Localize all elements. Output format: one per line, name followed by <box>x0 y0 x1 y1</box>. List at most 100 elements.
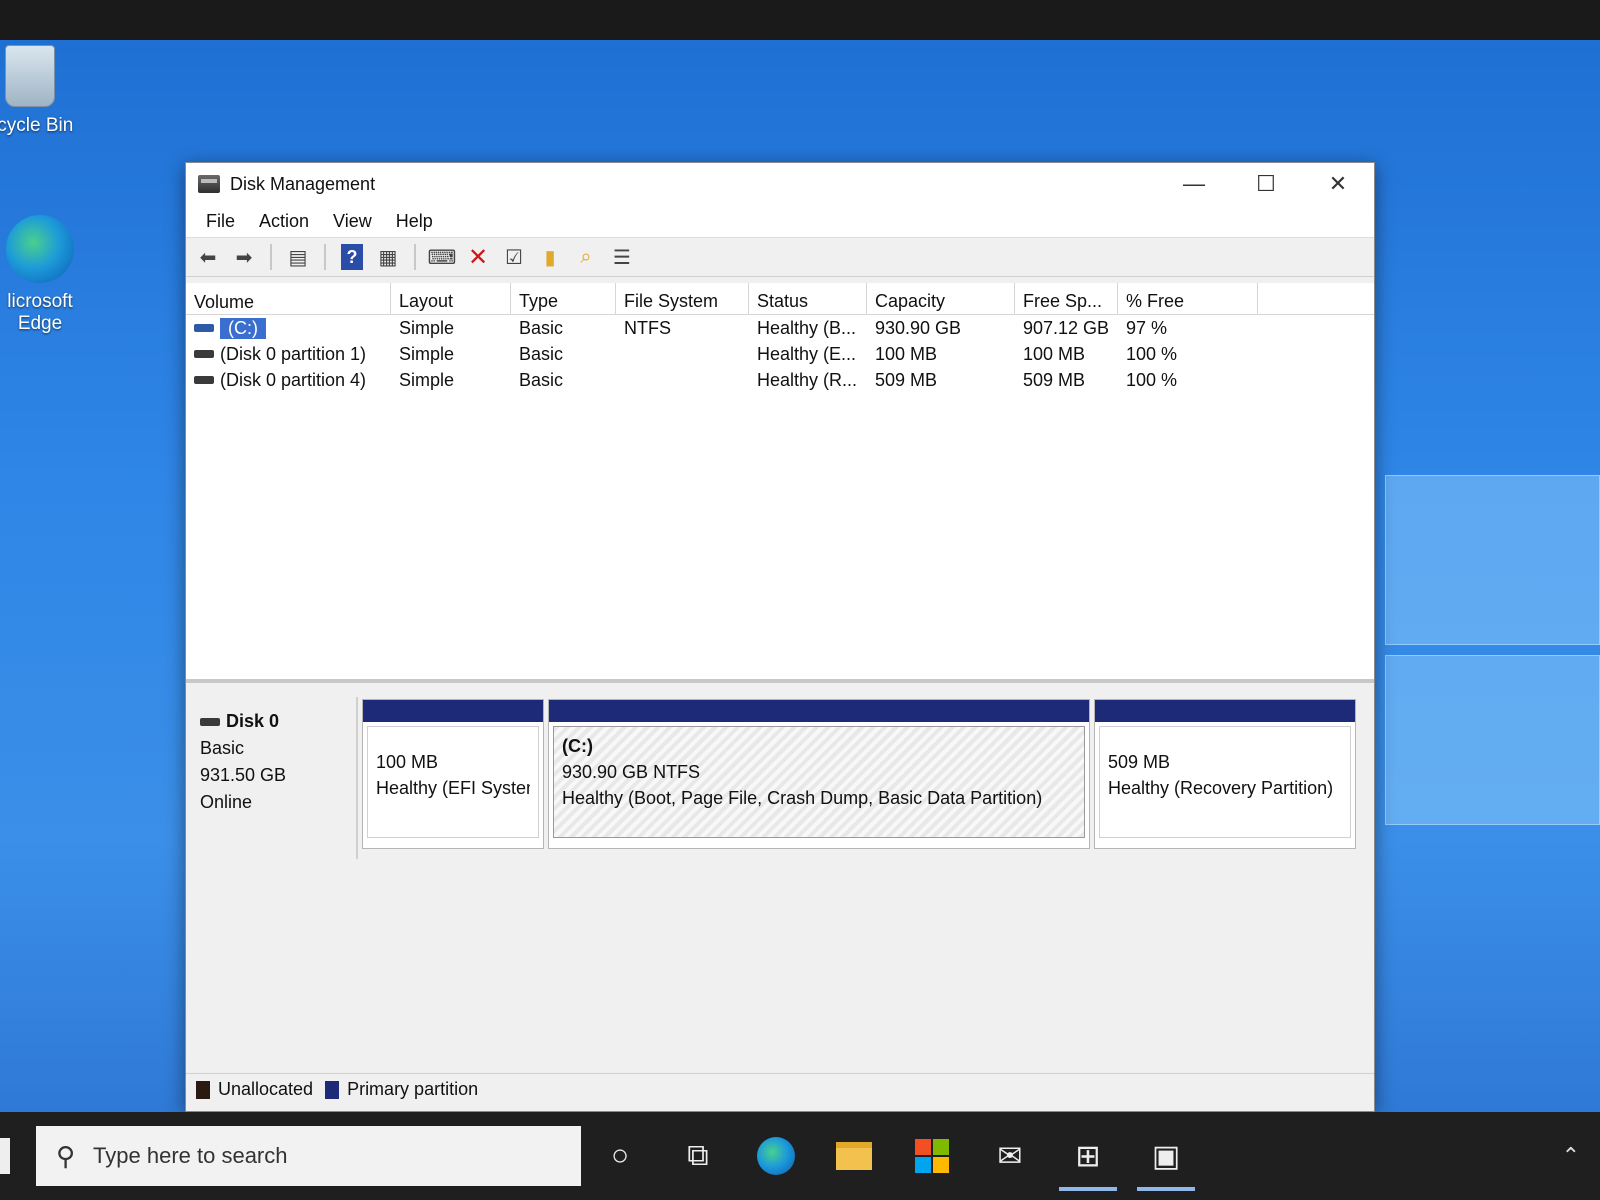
primary-partition-bar <box>363 700 543 722</box>
toolbar: ⬅ ➡ ▤ ? ▦ ⌨ ✕ ☑ ▮ ⌕ ☰ <box>186 237 1374 277</box>
cell-percent-free: 100 % <box>1126 369 1178 390</box>
volume-list-header: Volume Layout Type File System Status Ca… <box>186 283 1374 315</box>
open-folder-icon[interactable]: ▮ <box>534 242 566 272</box>
delete-icon[interactable]: ✕ <box>462 242 494 272</box>
cell-layout: Simple <box>399 369 455 390</box>
list-view-icon[interactable]: ☰ <box>606 242 638 272</box>
disk-info[interactable]: Disk 0 Basic 931.50 GB Online <box>186 697 358 859</box>
properties-icon[interactable]: ▦ <box>372 242 404 272</box>
cell-status: Healthy (B... <box>757 317 857 338</box>
volume-icon <box>194 350 214 358</box>
partition-efi[interactable]: 100 MB Healthy (EFI System <box>362 699 544 849</box>
taskbar: ⚲ Type here to search ○ ⧉ ✉ ⊞ ▣ ⌃ <box>0 1112 1600 1200</box>
cell-file-system: NTFS <box>624 317 671 338</box>
desktop-icon-recycle-bin[interactable]: ecycle Bin <box>0 45 80 137</box>
toolbar-separator <box>414 244 416 270</box>
window-controls: — ☐ ✕ <box>1158 163 1374 205</box>
cell-free-space: 509 MB <box>1023 369 1086 390</box>
wallpaper-logo-pane <box>1385 655 1600 825</box>
partition-status: Healthy (Recovery Partition) <box>1108 778 1334 798</box>
disk-icon <box>200 717 220 726</box>
table-row[interactable]: (Disk 0 partition 1) Simple Basic Health… <box>186 341 1374 367</box>
help-icon[interactable]: ? <box>341 244 363 270</box>
primary-partition-swatch <box>325 1080 340 1099</box>
mail-icon[interactable]: ✉ <box>971 1121 1049 1191</box>
cell-layout: Simple <box>399 343 455 364</box>
column-header-capacity[interactable]: Capacity <box>867 283 1015 314</box>
cell-capacity: 509 MB <box>875 369 938 390</box>
disk-size: 931.50 GB <box>200 765 287 785</box>
primary-partition-bar <box>549 700 1089 722</box>
task-view-icon[interactable]: ⧉ <box>659 1121 737 1191</box>
menu-file[interactable]: File <box>194 211 247 232</box>
search-placeholder: Type here to search <box>93 1143 288 1168</box>
cortana-icon[interactable]: ○ <box>581 1121 659 1191</box>
cell-type: Basic <box>519 317 564 338</box>
close-button[interactable]: ✕ <box>1302 163 1374 205</box>
screen-bezel <box>0 0 1600 40</box>
column-header-file-system[interactable]: File System <box>616 283 749 314</box>
disk-name: Disk 0 <box>226 711 280 731</box>
check-icon[interactable]: ☑ <box>498 242 530 272</box>
partition-c[interactable]: (C:) 930.90 GB NTFS Healthy (Boot, Page … <box>548 699 1090 849</box>
partition-label: (C:) <box>562 736 593 756</box>
taskbar-edge-icon[interactable] <box>737 1121 815 1191</box>
network-app-icon[interactable]: ⊞ <box>1049 1121 1127 1191</box>
maximize-button[interactable]: ☐ <box>1230 163 1302 205</box>
column-header-percent-free[interactable]: % Free <box>1118 283 1258 314</box>
taskbar-search-box[interactable]: ⚲ Type here to search <box>36 1126 581 1186</box>
microsoft-store-icon[interactable] <box>893 1121 971 1191</box>
cell-type: Basic <box>519 343 564 364</box>
disk-management-window: Disk Management — ☐ ✕ File Action View H… <box>185 162 1375 1112</box>
menu-help[interactable]: Help <box>384 211 445 232</box>
column-header-status[interactable]: Status <box>749 283 867 314</box>
partition-size: 100 MB <box>376 752 439 772</box>
cell-status: Healthy (E... <box>757 343 857 364</box>
partition-recovery[interactable]: 509 MB Healthy (Recovery Partition) <box>1094 699 1356 849</box>
tray-chevron-icon[interactable]: ⌃ <box>1562 1143 1580 1169</box>
minimize-button[interactable]: — <box>1158 163 1230 205</box>
window-title: Disk Management <box>230 173 376 194</box>
column-header-volume[interactable]: Volume <box>186 283 391 314</box>
disk-state: Online <box>200 792 253 812</box>
cell-capacity: 930.90 GB <box>875 317 962 338</box>
disk-management-icon <box>198 175 220 193</box>
primary-partition-bar <box>1095 700 1355 722</box>
menu-view[interactable]: View <box>321 211 384 232</box>
partition-status: Healthy (EFI System <box>376 778 530 798</box>
legend: Unallocated Primary partition <box>186 1073 1374 1105</box>
table-row[interactable]: (Disk 0 partition 4) Simple Basic Health… <box>186 367 1374 393</box>
disk-management-taskbar-icon[interactable]: ▣ <box>1127 1121 1205 1191</box>
volume-name: (Disk 0 partition 4) <box>220 369 367 390</box>
disk-type: Basic <box>200 738 245 758</box>
column-header-free-space[interactable]: Free Sp... <box>1015 283 1118 314</box>
disk-row: Disk 0 Basic 931.50 GB Online 100 MB Hea… <box>186 697 1374 859</box>
show-hide-console-tree-icon[interactable]: ▤ <box>282 242 314 272</box>
column-header-layout[interactable]: Layout <box>391 283 511 314</box>
column-header-type[interactable]: Type <box>511 283 616 314</box>
toolbar-separator <box>270 244 272 270</box>
toolbar-separator <box>324 244 326 270</box>
search-folder-icon[interactable]: ⌕ <box>570 242 602 272</box>
unallocated-swatch <box>196 1080 210 1099</box>
windows-logo-icon <box>0 1138 10 1174</box>
cell-free-space: 907.12 GB <box>1023 317 1110 338</box>
desktop-icon-label: licrosoft Edge <box>7 291 73 334</box>
file-explorer-icon[interactable] <box>815 1121 893 1191</box>
title-bar[interactable]: Disk Management — ☐ ✕ <box>186 163 1374 205</box>
desktop-icon-label: ecycle Bin <box>0 115 74 136</box>
volume-icon <box>194 324 214 332</box>
volume-list-pane: Volume Layout Type File System Status Ca… <box>186 283 1374 683</box>
menu-action[interactable]: Action <box>247 211 321 232</box>
back-arrow-icon[interactable]: ⬅ <box>192 242 224 272</box>
partition-size: 509 MB <box>1108 752 1171 772</box>
forward-arrow-icon[interactable]: ➡ <box>228 242 260 272</box>
menu-bar: File Action View Help <box>186 205 1374 237</box>
desktop-icon-edge[interactable]: licrosoft Edge <box>0 215 90 335</box>
table-row[interactable]: (C:) Simple Basic NTFS Healthy (B... 930… <box>186 315 1374 341</box>
partition-size: 930.90 GB NTFS <box>562 762 701 782</box>
start-button[interactable] <box>0 1126 36 1186</box>
volume-name: (C:) <box>220 317 266 339</box>
partition-status: Healthy (Boot, Page File, Crash Dump, Ba… <box>562 788 1043 808</box>
connect-disk-icon[interactable]: ⌨ <box>426 242 458 272</box>
